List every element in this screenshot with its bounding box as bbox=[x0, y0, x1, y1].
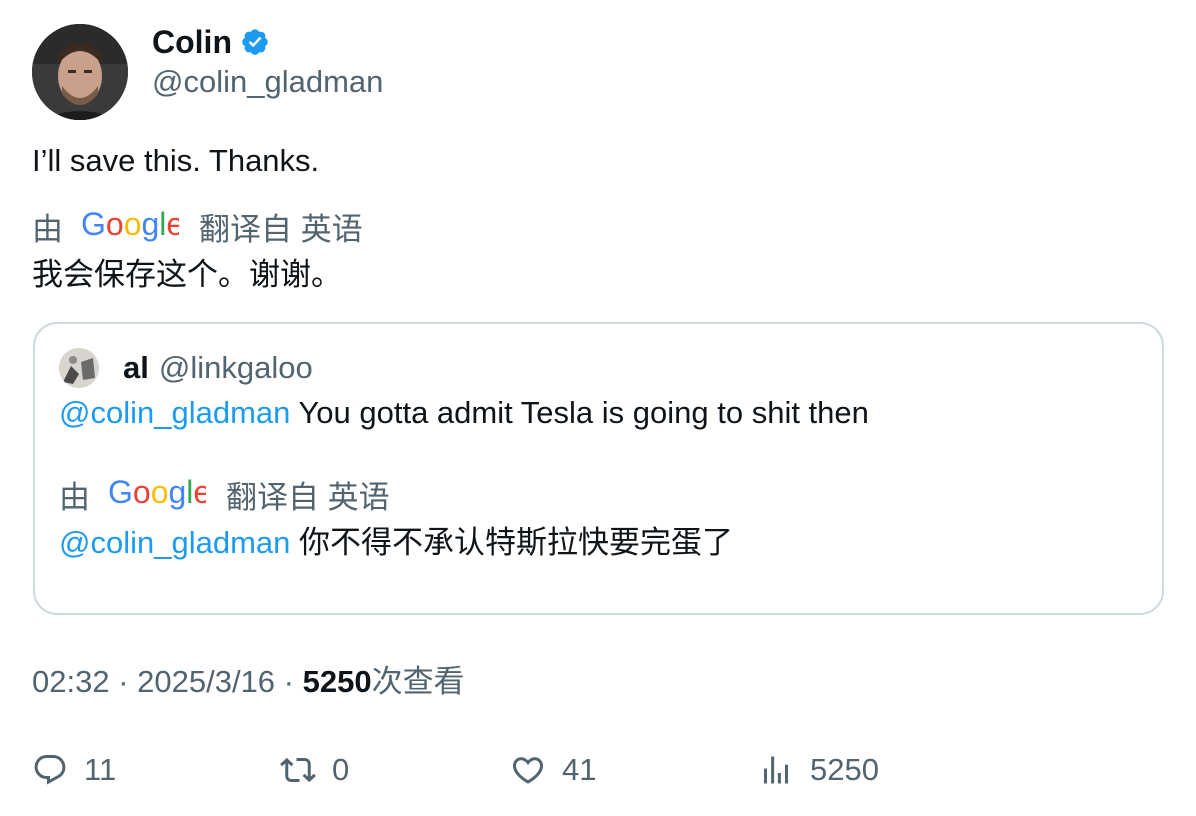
views-action-count: 5250 bbox=[810, 752, 879, 787]
quoted-translated-mention-link[interactable]: @colin_gladman bbox=[59, 525, 290, 560]
analytics-bar-icon bbox=[758, 752, 794, 788]
reply-icon bbox=[32, 752, 68, 788]
quoted-google-logo-icon: Google bbox=[108, 474, 211, 520]
quoted-translated-text: @colin_gladman 你不得不承认特斯拉快要完蛋了 bbox=[59, 522, 733, 564]
author-handle[interactable]: @colin_gladman bbox=[152, 62, 383, 102]
reply-count: 11 bbox=[84, 752, 117, 787]
retweet-count: 0 bbox=[332, 752, 350, 787]
quoted-translation-attribution[interactable]: 由 Google 翻译自 英语 bbox=[59, 474, 390, 520]
author-avatar[interactable] bbox=[32, 24, 128, 120]
like-button[interactable]: 41 bbox=[510, 748, 596, 792]
quoted-tweet-card[interactable]: al @linkgaloo @colin_gladman You gotta a… bbox=[33, 322, 1164, 615]
quoted-translated-body: 你不得不承认特斯拉快要完蛋了 bbox=[290, 525, 734, 560]
like-count: 41 bbox=[562, 752, 597, 787]
quoted-author-display-name: al bbox=[123, 350, 149, 385]
views-count: 5250 bbox=[302, 664, 372, 699]
quoted-translation-source-label: 翻译自 英语 bbox=[226, 480, 390, 515]
translation-source-label: 翻译自 英语 bbox=[199, 212, 363, 247]
tweet-header: Colin @colin_gladman bbox=[32, 24, 383, 120]
translation-attribution[interactable]: 由 Google 翻译自 英语 bbox=[32, 206, 363, 252]
tweet-time[interactable]: 02:32 bbox=[32, 664, 110, 699]
author-display-name[interactable]: Colin bbox=[152, 24, 232, 60]
verified-badge-icon[interactable] bbox=[240, 27, 270, 57]
quoted-author-handle: @linkgaloo bbox=[158, 350, 313, 385]
views-label: 次查看 bbox=[371, 664, 465, 699]
quoted-tweet-body: You gotta admit Tesla is going to shit t… bbox=[290, 395, 869, 430]
retweet-icon bbox=[280, 752, 316, 788]
quoted-author-avatar bbox=[59, 348, 99, 388]
quoted-mention-link[interactable]: @colin_gladman bbox=[59, 395, 290, 430]
translated-tweet-text: 我会保存这个。谢谢。 bbox=[32, 257, 342, 292]
meta-separator: · bbox=[275, 664, 303, 699]
heart-icon bbox=[510, 752, 546, 788]
action-bar: 11 0 41 5250 bbox=[32, 748, 1164, 792]
quoted-translation-by-label: 由 bbox=[59, 480, 90, 515]
translation-by-label: 由 bbox=[32, 212, 63, 247]
meta-separator: · bbox=[109, 664, 138, 699]
quoted-tweet-text: @colin_gladman You gotta admit Tesla is … bbox=[59, 392, 869, 434]
tweet-text: I’ll save this. Thanks. bbox=[32, 143, 320, 178]
svg-text:Google: Google bbox=[108, 476, 206, 510]
views-button[interactable]: 5250 bbox=[758, 748, 879, 792]
retweet-button[interactable]: 0 bbox=[280, 748, 349, 792]
tweet-meta: 02:32 · 2025/3/16 · 5250次查看 bbox=[32, 662, 465, 702]
svg-text:Google: Google bbox=[81, 208, 179, 242]
reply-button[interactable]: 11 bbox=[32, 748, 116, 792]
google-logo-icon: Google bbox=[81, 206, 184, 252]
tweet-date[interactable]: 2025/3/16 bbox=[137, 664, 275, 699]
